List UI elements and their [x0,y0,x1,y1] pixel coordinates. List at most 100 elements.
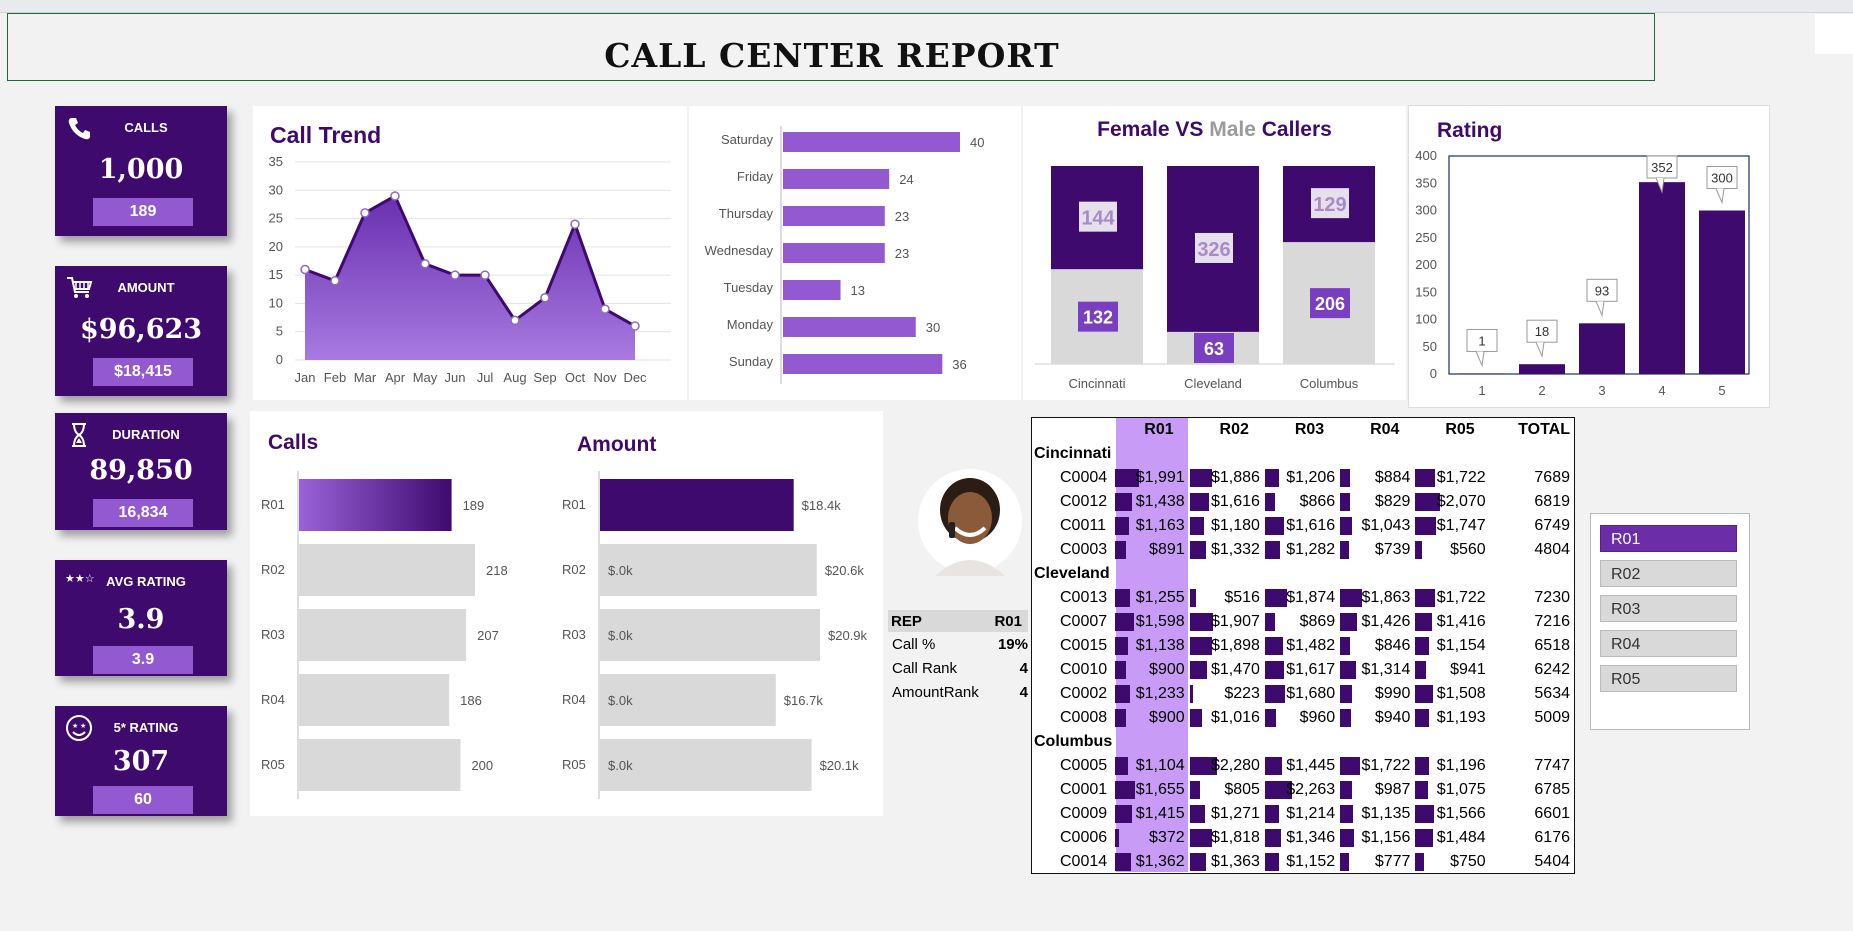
customer-id: C0006 [1060,829,1108,846]
amount-cell: $1,508 [1413,682,1488,706]
calls-value-label: 189 [463,498,485,513]
call-trend-chart[interactable]: Call Trend 0 5 10 15 20 25 30 35 Jan Feb Mar Apr May… [253,106,687,400]
row-total: 7689 [1534,469,1570,486]
amount-cell: $1,043 [1338,514,1413,538]
customer-id: C0003 [1060,541,1108,558]
amount-cell: $1,332 [1188,538,1263,562]
amount-value: $1,445 [1286,757,1336,774]
amount-cell: $1,016 [1188,706,1263,730]
data-bar [1340,613,1358,631]
data-bar [1264,469,1279,487]
day-bar [783,243,885,263]
row-total: 4804 [1534,541,1570,558]
amount-bar [600,479,794,531]
calls-bar [299,609,467,661]
slicer-item-r01[interactable]: R01 [1600,525,1737,552]
group-label[interactable]: Cincinnati [1032,442,1574,466]
amount-cell: $223 [1188,682,1263,706]
amount-cell: $1,874 [1263,586,1338,610]
customer-id: C0015 [1060,637,1108,654]
amount-value: $750 [1450,853,1486,870]
rating-chart[interactable]: Rating 0 50 100 150 200 250 300 350 400 1 1 2 18 3 93 4… [1408,105,1770,408]
amount-cell: $866 [1263,490,1338,514]
column-header[interactable]: R03 [1263,418,1338,442]
weekday-calls-chart[interactable]: Saturday 40 Friday 24 Thursday 23 Wednesday 23 T… [689,106,1021,400]
day-value-label: 40 [970,135,984,150]
x-tick-label: 3 [1598,383,1605,398]
kpi-value: 89,850 [89,455,193,486]
amount-value-label: $20.9k [828,628,868,643]
column-header[interactable]: R01 [1113,418,1188,442]
amount-cell: $777 [1338,850,1413,874]
rep-slicer[interactable]: R01 R02 R03 R04 R05 [1590,513,1750,730]
day-label: Wednesday [705,243,774,258]
amount-value: $1,255 [1135,589,1185,606]
customer-id: C0004 [1060,469,1108,486]
kpi-sub-value: 16,834 [93,499,193,527]
amount-cell: $1,214 [1263,802,1338,826]
day-value-label: 24 [899,172,913,187]
row-total: 5634 [1534,685,1570,702]
data-bar [1340,685,1353,703]
amount-value: $805 [1224,781,1260,798]
gender-callers-chart[interactable]: Female VS Male Callers 144 132 Cincinnati 3… [1023,106,1406,400]
amount-value: $941 [1450,661,1486,678]
group-label[interactable]: Cleveland [1032,562,1574,586]
slicer-item-r04[interactable]: R04 [1600,630,1737,657]
rep-label: REP [891,613,922,630]
rep-calls-amount-panel[interactable]: Calls Amount R01 189 R01 $18.4k R02 218 R02 $.0… [250,411,883,816]
x-tick-label: Aug [503,370,526,385]
amount-cell: $1,163 [1113,514,1188,538]
amount-cell: $1,566 [1413,802,1488,826]
y-tick-label: 150 [1415,284,1437,299]
amount-value: $1,616 [1210,493,1260,510]
amount-cell: $2,263 [1263,778,1338,802]
kpi-label: AVG RATING [106,574,186,589]
column-header[interactable]: R02 [1188,418,1263,442]
rep-label: R01 [261,497,285,512]
amount-cell: $1,898 [1188,634,1263,658]
amount-value: $1,135 [1361,805,1411,822]
amount-value: $1,152 [1286,853,1336,870]
column-header[interactable]: R05 [1413,418,1488,442]
trend-point [360,208,370,218]
customer-pivot-table[interactable]: R01 R02 R03 R04 R05 TOTAL Cincinnati C0004 $1,99… [1031,417,1575,874]
data-bar [1115,613,1135,631]
x-tick-label: Sep [533,370,556,385]
rep-label: R04 [261,692,285,707]
data-bar [1340,541,1350,559]
amount-value: $1,075 [1436,781,1486,798]
rating-bar [1579,323,1625,374]
slicer-item-r02[interactable]: R02 [1600,560,1737,587]
data-bar [1415,613,1433,631]
data-bar [1340,469,1351,487]
y-tick-label: 15 [269,267,283,282]
column-header[interactable]: R04 [1338,418,1413,442]
amount-value: $1,180 [1210,517,1260,534]
amount-value: $1,680 [1286,685,1336,702]
group-row: Cleveland [1032,562,1574,586]
y-tick-label: 5 [276,324,283,339]
kpi-sub-value: 189 [93,198,193,226]
amount-cell: $1,362 [1113,850,1188,874]
column-header[interactable]: TOTAL [1489,418,1574,442]
amount-cell: $805 [1188,778,1263,802]
amount-value: $1,193 [1436,709,1486,726]
amount-cell: $1,907 [1188,610,1263,634]
report-header[interactable]: CALL CENTER REPORT [7,13,1655,81]
amount-cell: $1,722 [1413,586,1488,610]
kpi-label: DURATION [112,427,180,442]
day-bar [783,354,943,374]
data-bar [1264,709,1276,727]
trend-point [540,293,550,303]
slicer-item-r05[interactable]: R05 [1600,665,1737,692]
data-bar [1115,541,1127,559]
row-total: 6601 [1534,805,1570,822]
amount-value: $1,415 [1135,805,1185,822]
amount-cell: $891 [1113,538,1188,562]
slicer-item-r03[interactable]: R03 [1600,595,1737,622]
x-tick-label: Jan [295,370,316,385]
data-callout-pointer [1715,188,1725,205]
trend-point [390,191,400,201]
group-label[interactable]: Columbus [1032,730,1574,754]
